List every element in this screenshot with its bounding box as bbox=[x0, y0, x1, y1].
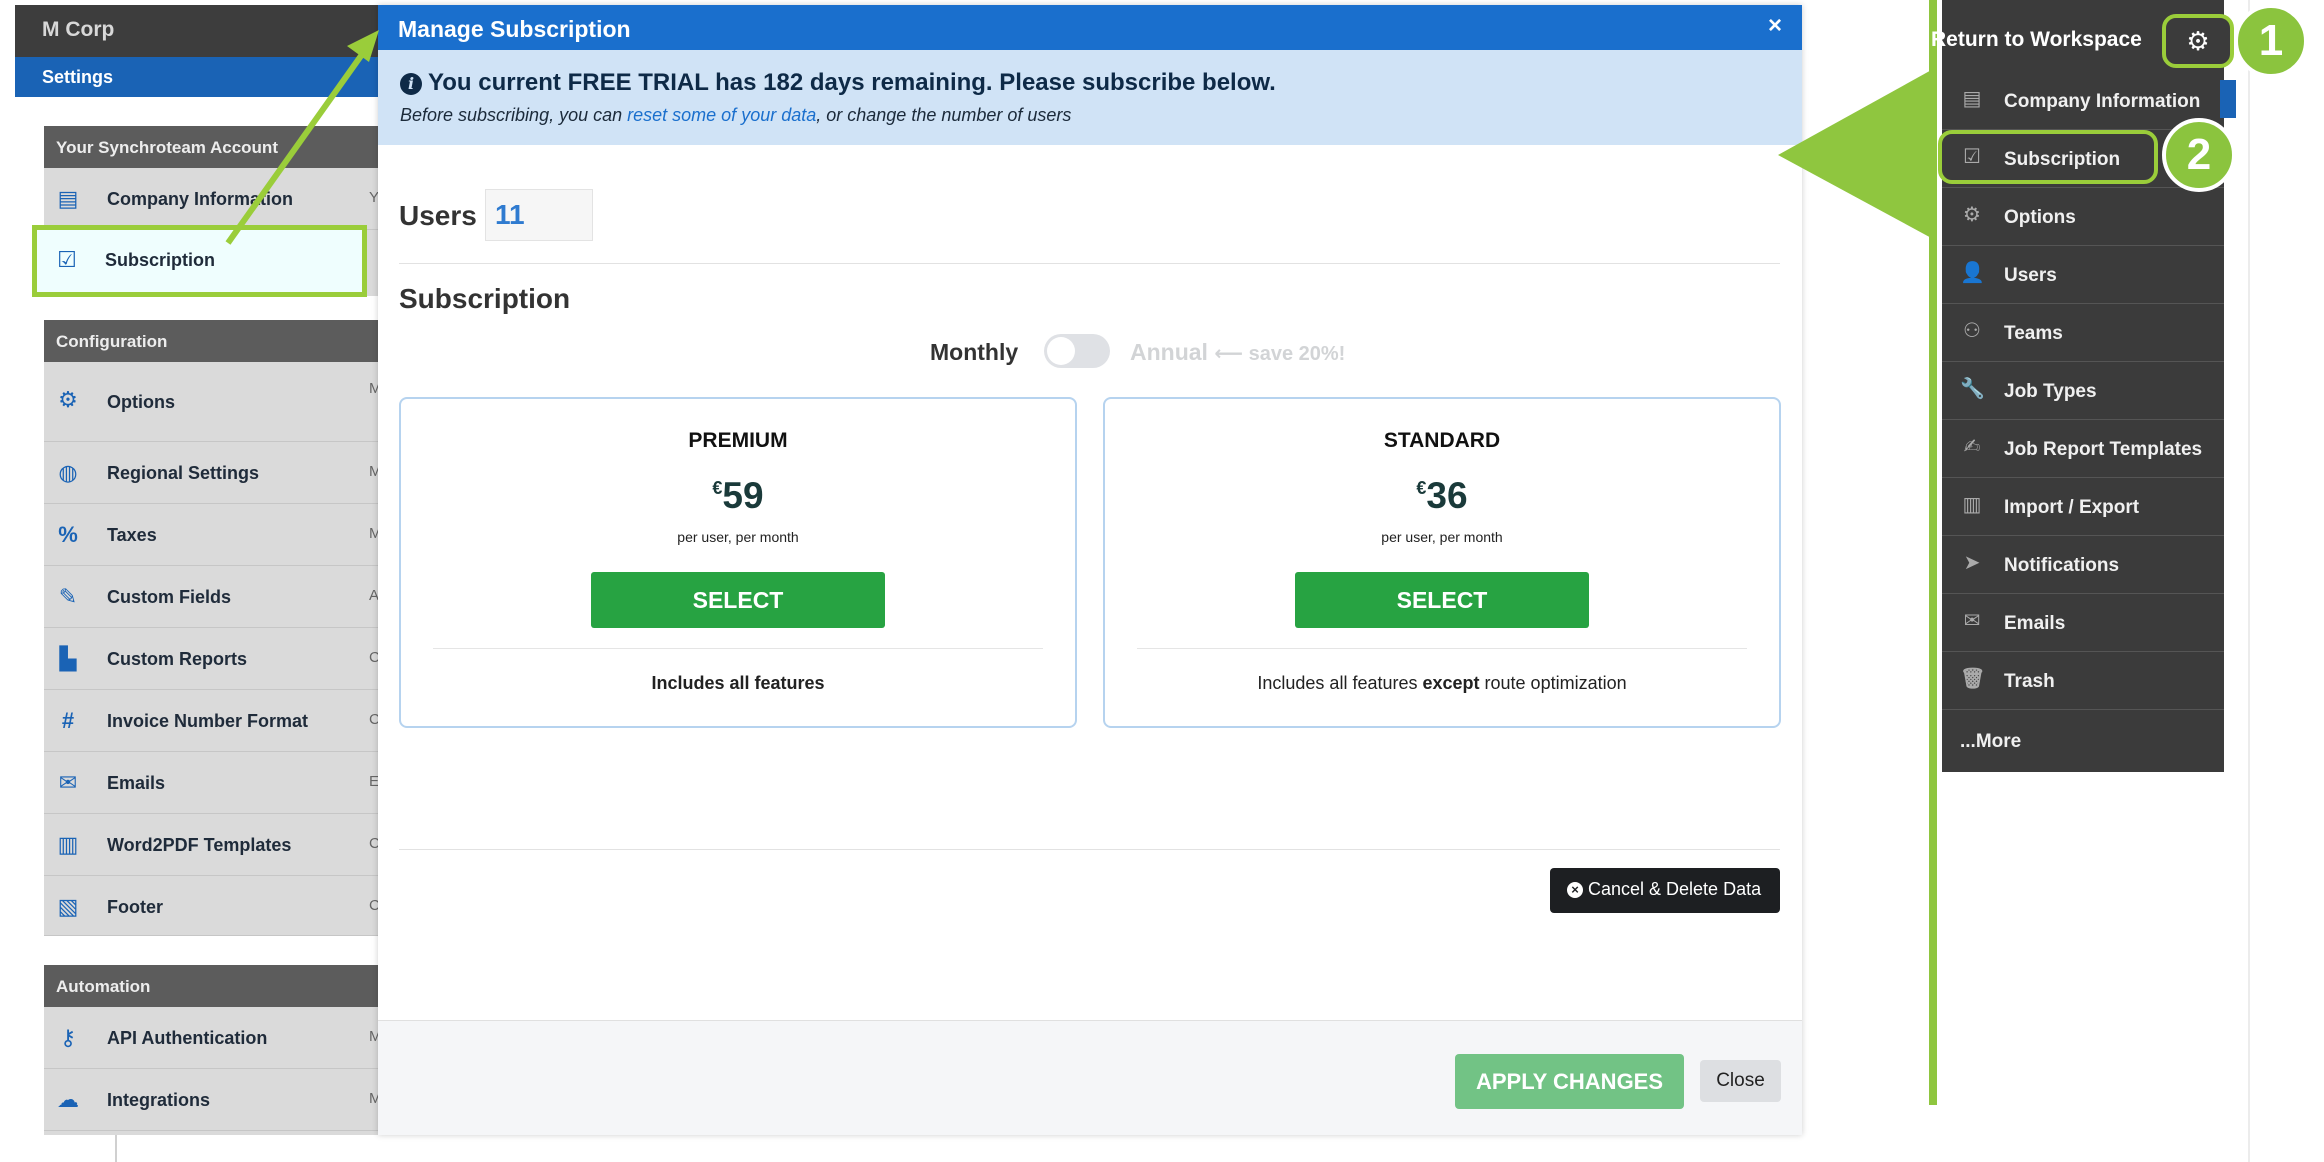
annotation-overlay bbox=[225, 30, 1935, 245]
annotation-pointer-triangle bbox=[1778, 68, 1935, 240]
annotation-arrow-head bbox=[347, 30, 379, 62]
annotation-arrow-line bbox=[225, 44, 371, 245]
